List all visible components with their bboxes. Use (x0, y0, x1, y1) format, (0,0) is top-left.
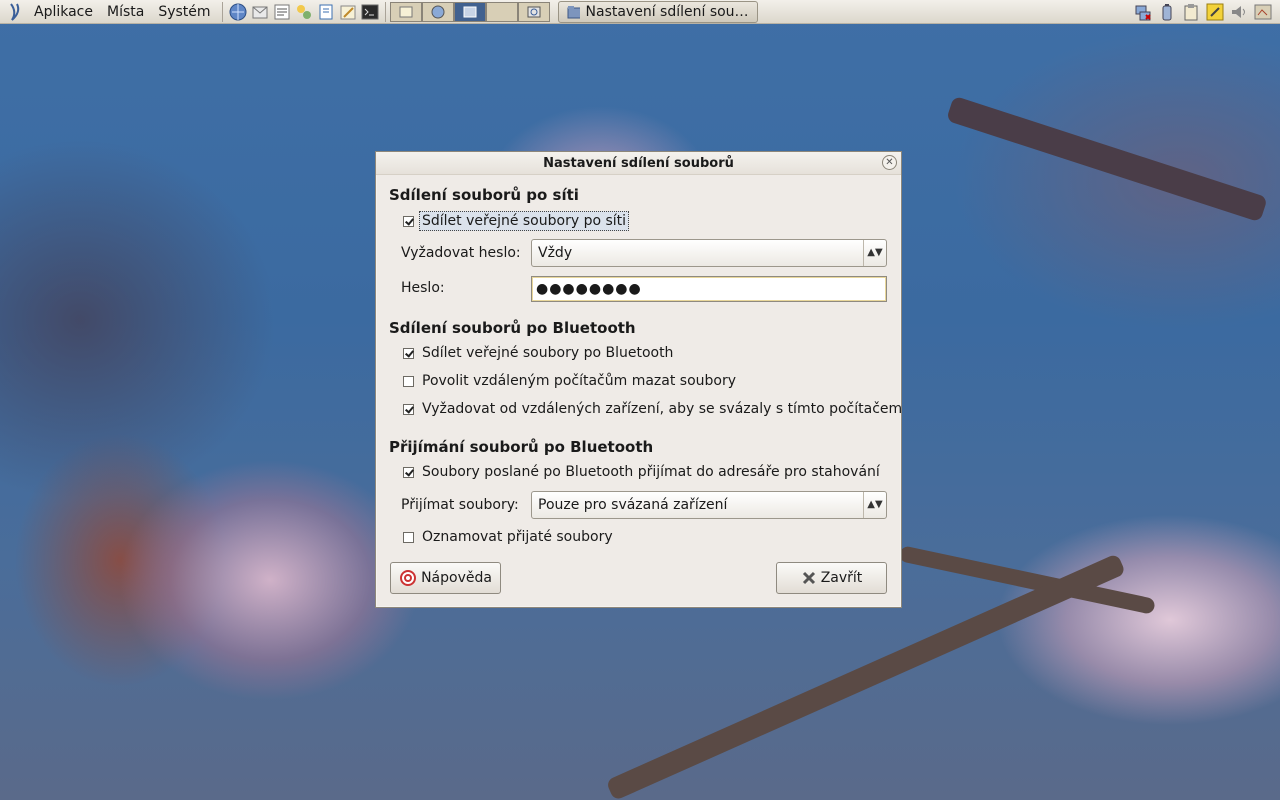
workspace-3[interactable] (453, 1, 486, 22)
clipboard-icon[interactable] (1181, 2, 1201, 22)
checkbox-label: Oznamovat přijaté soubory (422, 529, 613, 545)
workspace-5[interactable] (517, 1, 550, 22)
checkbox-label: Sdílet veřejné soubory po Bluetooth (422, 345, 674, 361)
close-icon[interactable]: ✕ (882, 155, 897, 170)
network-disconnected-icon[interactable] (1133, 2, 1153, 22)
workspace-4[interactable] (485, 1, 518, 22)
checkbox-box[interactable] (403, 403, 414, 415)
volume-icon[interactable] (1229, 2, 1249, 22)
combo-arrows-icon: ▲▼ (863, 240, 886, 266)
checkbox-label: Povolit vzdáleným počítačům mazat soubor… (422, 373, 737, 389)
password-dots: ●●●●●●●● (536, 281, 642, 297)
terminal-icon[interactable] (360, 2, 380, 22)
menu-applications[interactable]: Aplikace (27, 0, 100, 24)
help-lifebuoy-icon (400, 570, 417, 586)
combo-value: Vždy (538, 245, 573, 261)
close-button[interactable]: Zavřít (776, 562, 887, 594)
text-editor-icon[interactable] (338, 2, 358, 22)
top-panel: Aplikace Místa Systém Nastavení sdílení … (0, 0, 1280, 24)
chat-icon[interactable] (294, 2, 314, 22)
password-input[interactable]: ●●●●●●●● (531, 276, 887, 302)
workspace-1[interactable] (389, 1, 422, 22)
battery-icon[interactable] (1157, 2, 1177, 22)
show-desktop-icon[interactable] (1253, 2, 1273, 22)
folder-share-icon (567, 5, 580, 18)
email-icon[interactable] (250, 2, 270, 22)
close-button-label: Zavřít (820, 570, 863, 586)
checkbox-box[interactable] (403, 375, 414, 387)
dialog-title: Nastavení sdílení souborů (543, 155, 734, 171)
combo-arrows-icon: ▲▼ (863, 492, 886, 518)
panel-separator (384, 1, 386, 22)
notify-received-checkbox[interactable]: Oznamovat přijaté soubory (403, 529, 613, 545)
checkbox-box[interactable] (403, 347, 414, 359)
taskbar-window-button[interactable]: Nastavení sdílení sou… (557, 0, 758, 23)
menu-places[interactable]: Místa (100, 0, 151, 24)
web-browser-icon[interactable] (228, 2, 248, 22)
bluetooth-section-title: Sdílení souborů po Bluetooth (389, 319, 636, 337)
menu-system[interactable]: Systém (151, 0, 217, 24)
share-public-bluetooth-checkbox[interactable]: Sdílet veřejné soubory po Bluetooth (403, 345, 673, 361)
combo-value: Pouze pro svázaná zařízení (538, 497, 728, 513)
notes-icon[interactable] (1205, 2, 1225, 22)
close-icon (802, 571, 815, 585)
help-button[interactable]: Nápověda (390, 562, 501, 594)
file-sharing-dialog: Nastavení sdílení souborů ✕ Sdílení soub… (375, 151, 902, 608)
allow-delete-checkbox[interactable]: Povolit vzdáleným počítačům mazat soubor… (403, 373, 736, 389)
wallpaper-branch (945, 95, 1268, 223)
checkbox-label: Sdílet veřejné soubory po síti (419, 211, 630, 231)
panel-separator (221, 1, 223, 22)
checkbox-label: Vyžadovat od vzdálených zařízení, aby se… (422, 401, 903, 417)
office-writer-icon[interactable] (316, 2, 336, 22)
network-section-title: Sdílení souborů po síti (389, 186, 579, 204)
workspace-2[interactable] (421, 1, 454, 22)
receive-section-title: Přijímání souborů po Bluetooth (389, 438, 654, 456)
dialog-titlebar[interactable]: Nastavení sdílení souborů ✕ (376, 152, 901, 175)
require-password-combo[interactable]: Vždy ▲▼ (531, 239, 887, 267)
accept-files-label: Přijímat soubory: (401, 497, 519, 513)
require-pairing-checkbox[interactable]: Vyžadovat od vzdálených zařízení, aby se… (403, 401, 902, 417)
password-label: Heslo: (401, 280, 445, 296)
taskbar-window-label: Nastavení sdílení sou… (585, 3, 749, 20)
help-button-label: Nápověda (421, 570, 492, 586)
require-password-label: Vyžadovat heslo: (401, 245, 521, 261)
checkbox-box[interactable] (403, 215, 414, 227)
checkbox-box[interactable] (403, 466, 414, 478)
gnome-foot-icon[interactable] (6, 2, 26, 22)
checkbox-label: Soubory poslané po Bluetooth přijímat do… (422, 464, 880, 480)
document-viewer-icon[interactable] (272, 2, 292, 22)
share-public-network-checkbox[interactable]: Sdílet veřejné soubory po síti (403, 211, 630, 231)
accept-files-combo[interactable]: Pouze pro svázaná zařízení ▲▼ (531, 491, 887, 519)
checkbox-box[interactable] (403, 531, 414, 543)
system-tray (1132, 2, 1280, 22)
receive-to-downloads-checkbox[interactable]: Soubory poslané po Bluetooth přijímat do… (403, 464, 880, 480)
